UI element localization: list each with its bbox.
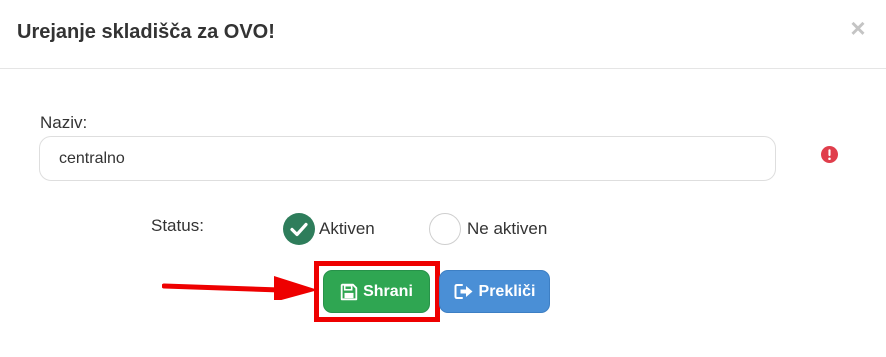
name-label: Naziv: (40, 113, 88, 132)
sign-out-icon (454, 284, 473, 299)
annotation-arrow-icon (162, 276, 318, 300)
save-button-label: Shrani (363, 282, 413, 300)
name-input[interactable] (39, 136, 776, 181)
save-button[interactable]: Shrani (323, 270, 430, 313)
exclamation-circle-icon (821, 146, 838, 163)
status-active-radio[interactable] (283, 213, 315, 245)
modal-title: Urejanje skladišča za OVO! (17, 21, 275, 43)
cancel-button[interactable]: Prekliči (439, 270, 550, 313)
edit-warehouse-modal: Urejanje skladišča za OVO! × Naziv: Stat… (0, 0, 886, 357)
close-icon[interactable]: × (848, 15, 868, 41)
status-label: Status: (151, 216, 204, 235)
modal-header: Urejanje skladišča za OVO! × (0, 0, 886, 69)
check-icon (290, 222, 308, 237)
cancel-button-label: Prekliči (478, 282, 536, 300)
floppy-disk-icon (340, 283, 358, 300)
status-inactive-radio[interactable] (429, 213, 461, 245)
status-inactive-label[interactable]: Ne aktiven (467, 219, 547, 239)
status-active-label[interactable]: Aktiven (319, 219, 375, 239)
